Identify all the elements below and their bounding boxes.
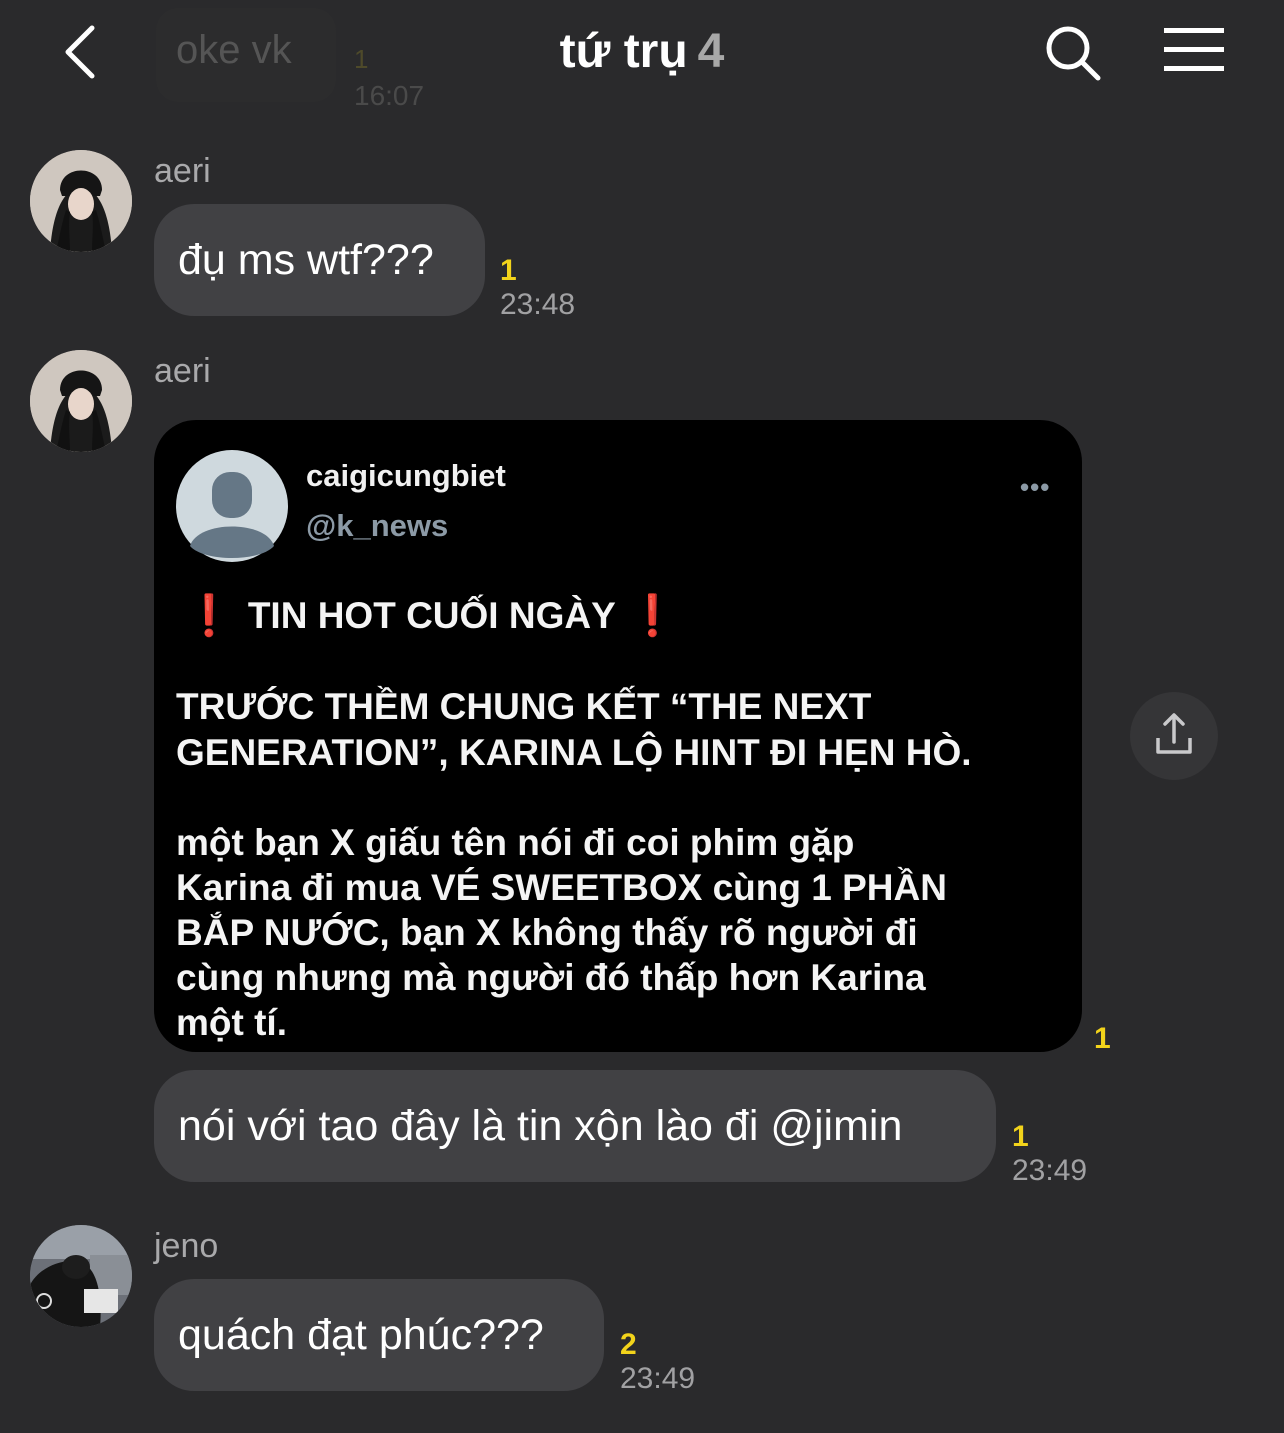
search-icon <box>1046 26 1101 81</box>
message-text: nói với tao đây là tin xộn lào đi @jimin <box>178 1101 903 1150</box>
avatar-aeri[interactable] <box>30 150 132 252</box>
more-options-icon: ••• <box>1020 472 1051 502</box>
avatar-photo <box>30 350 132 452</box>
tweet-line: một tí. <box>176 1002 287 1043</box>
message-bubble[interactable]: nói với tao đây là tin xộn lào đi @jimin <box>154 1070 996 1182</box>
unread-count: 1 <box>1012 1120 1029 1153</box>
avatar-photo <box>30 150 132 252</box>
tweet-handle: @k_news <box>306 508 449 543</box>
chat-header: oke vk 1 16:07 tứ trụ 4 <box>0 0 1284 120</box>
message-text: quách đạt phúc??? <box>178 1310 544 1359</box>
tweet-paragraph-1: TRƯỚC THỀM CHUNG KẾT “THE NEXT GENERATIO… <box>176 684 1076 776</box>
faded-message-time: 16:07 <box>354 80 425 111</box>
search-button[interactable] <box>1040 20 1104 84</box>
tweet-line: GENERATION”, KARINA LỘ HINT ĐI HẸN HÒ. <box>176 732 972 773</box>
unread-count: 1 <box>1094 1022 1111 1055</box>
tweet-line: TRƯỚC THỀM CHUNG KẾT “THE NEXT <box>176 686 872 727</box>
exclamation-icon: ❗ <box>184 594 234 638</box>
tweet-paragraph-2: một bạn X giấu tên nói đi coi phim gặp K… <box>176 820 1076 1045</box>
tweet-display-name: caigicungbiet <box>306 458 506 493</box>
message-time: 23:49 <box>620 1362 696 1395</box>
tweet-headline: ❗ TIN HOT CUỐI NGÀY ❗ <box>184 592 678 639</box>
default-profile-icon <box>176 450 288 562</box>
tweet-headline-text: TIN HOT CUỐI NGÀY <box>247 594 616 636</box>
sender-name: jeno <box>154 1227 219 1265</box>
unread-count: 2 <box>620 1328 637 1361</box>
avatar-photo <box>30 1225 132 1327</box>
hamburger-menu-icon <box>1164 28 1224 71</box>
exclamation-icon: ❗ <box>627 594 678 638</box>
sender-name: aeri <box>154 152 211 190</box>
share-button[interactable] <box>1130 692 1218 780</box>
sender-name: aeri <box>154 352 211 390</box>
tweet-line: BẮP NƯỚC, bạn X không thấy rõ người đi <box>176 912 918 953</box>
tweet-line: một bạn X giấu tên nói đi coi phim gặp <box>176 822 855 863</box>
message-bubble[interactable]: đụ ms wtf??? <box>154 204 485 316</box>
member-count: 4 <box>697 25 725 78</box>
message-time: 23:48 <box>500 288 576 321</box>
tweet-avatar <box>176 450 288 562</box>
tweet-screenshot-image[interactable]: caigicungbiet @k_news ••• ❗ TIN HOT CUỐI… <box>154 420 1082 1052</box>
message-text: đụ ms wtf??? <box>178 235 434 284</box>
tweet-line: Karina đi mua VÉ SWEETBOX cùng 1 PHẦN <box>176 867 947 908</box>
avatar-aeri[interactable] <box>30 350 132 452</box>
message-bubble[interactable]: quách đạt phúc??? <box>154 1279 604 1391</box>
chat-title-text: tứ trụ <box>559 25 688 78</box>
unread-count: 1 <box>500 254 517 287</box>
share-icon <box>1156 713 1192 754</box>
tweet-line: cùng nhưng mà người đó thấp hơn Karina <box>176 957 926 998</box>
menu-button[interactable] <box>1160 22 1228 78</box>
avatar-jeno[interactable] <box>30 1225 132 1327</box>
message-time: 23:49 <box>1012 1154 1088 1187</box>
